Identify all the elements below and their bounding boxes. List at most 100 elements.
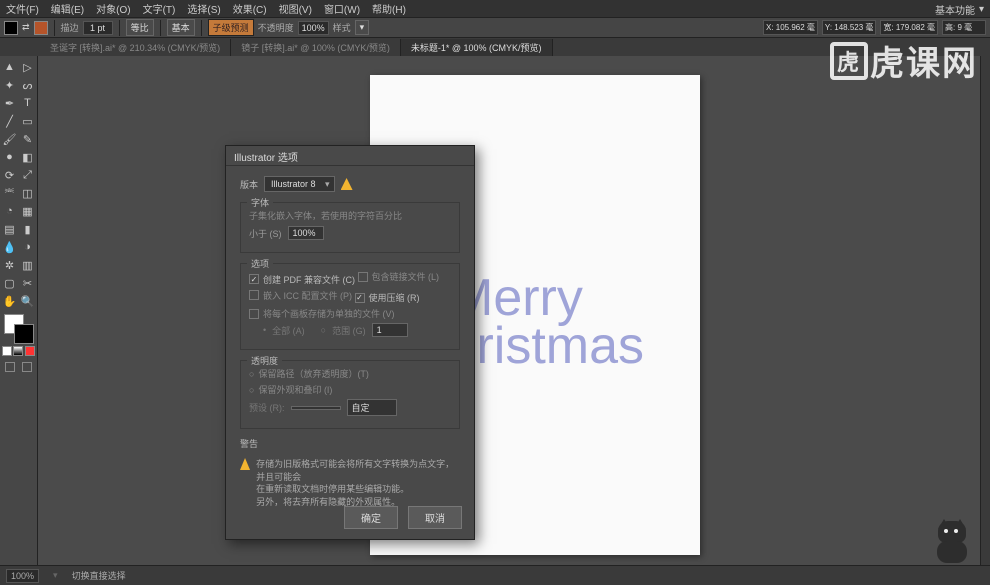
scale-tool[interactable]: ⤢ (19, 166, 37, 184)
perspective-tool[interactable]: ▦ (19, 202, 37, 220)
checkbox-use-compression[interactable]: ✓使用压缩 (R) (355, 291, 420, 304)
document-tab[interactable]: 圣诞字 [转换].ai* @ 210.34% (CMYK/预览) (40, 39, 231, 56)
control-bar: ⇄ 描边 1 pt 等比 基本 子级预测 不透明度 100% 样式 ▾ X: 1… (0, 18, 990, 38)
menu-help[interactable]: 帮助(H) (372, 1, 406, 16)
screen-mode-full-icon[interactable] (22, 362, 32, 372)
opacity-label: 不透明度 (258, 21, 294, 34)
radio-range: 范围 (G) (332, 324, 366, 337)
watermark: 虎 虎课网 (830, 36, 978, 85)
menu-file[interactable]: 文件(F) (6, 1, 39, 16)
status-bar: 100% ▾ 切换直接选择 (0, 565, 990, 585)
type-tool[interactable]: T (19, 94, 37, 112)
version-dropdown[interactable]: Illustrator 8 (264, 176, 335, 192)
coord-w[interactable]: 宽: 179.082 毫 (880, 20, 938, 35)
preview-mode[interactable]: 子级预测 (208, 19, 254, 36)
blend-tool[interactable]: ◑ (19, 238, 37, 256)
menu-effect[interactable]: 效果(C) (233, 1, 267, 16)
direct-selection-tool[interactable]: ▷ (19, 58, 37, 76)
menu-view[interactable]: 视图(V) (279, 1, 312, 16)
fill-swatch[interactable] (4, 21, 18, 35)
stroke-swatch[interactable] (34, 21, 48, 35)
stroke-label: 描边 (61, 21, 79, 34)
menu-edit[interactable]: 编辑(E) (51, 1, 84, 16)
menu-window[interactable]: 窗口(W) (324, 1, 360, 16)
version-label: 版本 (240, 178, 258, 191)
opacity-input[interactable]: 100% (298, 21, 329, 35)
artwork-text: Merry Christmas (450, 275, 644, 371)
gradient-tool[interactable]: ▮ (19, 220, 37, 238)
watermark-icon: 虎 (830, 42, 868, 80)
line-tool[interactable]: ╱ (1, 112, 19, 130)
brush-basic-dropdown[interactable]: 基本 (167, 19, 195, 36)
fonts-lessthan-label: 小于 (S) (249, 227, 282, 240)
cancel-button[interactable]: 取消 (408, 506, 462, 529)
save-options-dialog: Illustrator 选项 版本 Illustrator 8 字体 子集化嵌入… (225, 145, 475, 540)
none-mode-icon[interactable] (25, 346, 35, 356)
paintbrush-tool[interactable]: 🖌 (1, 130, 19, 148)
ok-button[interactable]: 确定 (344, 506, 398, 529)
menu-object[interactable]: 对象(O) (96, 1, 130, 16)
gradient-mode-icon[interactable] (13, 346, 23, 356)
checkbox-include-linked: 包含链接文件 (L) (358, 270, 440, 283)
pen-tool[interactable]: ✒ (1, 94, 19, 112)
checkbox-pdf-compatible[interactable]: ✓创建 PDF 兼容文件 (C) (249, 273, 355, 286)
shape-builder-tool[interactable]: ◔ (1, 202, 19, 220)
preset-dropdown (291, 406, 341, 410)
hand-tool[interactable]: ✋ (1, 292, 19, 310)
stroke-weight-input[interactable]: 1 pt (83, 21, 113, 35)
rotate-tool[interactable]: ⟳ (1, 166, 19, 184)
uniform-dropdown[interactable]: 等比 (126, 19, 154, 36)
zoom-level[interactable]: 100% (6, 569, 39, 583)
mesh-tool[interactable]: ▤ (1, 220, 19, 238)
slice-tool[interactable]: ✂ (19, 274, 37, 292)
stroke-color[interactable] (14, 324, 34, 344)
selection-tool[interactable]: ▲ (1, 58, 19, 76)
radio-all: 全部 (A) (272, 324, 305, 337)
blob-brush-tool[interactable]: ● (1, 148, 19, 166)
fonts-percent-input[interactable]: 100% (288, 226, 324, 240)
warning-icon (341, 178, 353, 190)
coord-x[interactable]: X: 105.962 毫 (763, 20, 818, 35)
eyedropper-tool[interactable]: 💧 (1, 238, 19, 256)
right-panel-dock[interactable] (980, 56, 990, 565)
status-hint: 切换直接选择 (72, 569, 126, 582)
screen-mode-normal-icon[interactable] (5, 362, 15, 372)
radio-preserve-paths: ○保留路径（放弃透明度）(T) (249, 367, 369, 380)
free-transform-tool[interactable]: ◫ (19, 184, 37, 202)
menu-type[interactable]: 文字(T) (143, 1, 176, 16)
fonts-subset-label: 子集化嵌入字体，若使用的字符百分比 (249, 209, 451, 222)
symbol-sprayer-tool[interactable]: ✲ (1, 256, 19, 274)
warning-text: 存储为旧版格式可能会将所有文字转换为点文字，并且可能会 在重新读取文档时停用某些… (256, 458, 460, 508)
zoom-tool[interactable]: 🔍 (19, 292, 37, 310)
magic-wand-tool[interactable]: ✦ (1, 76, 19, 94)
color-swatches[interactable] (4, 314, 34, 344)
coord-h[interactable]: 高: 9 毫 (942, 20, 986, 35)
options-section-title: 选项 (247, 257, 273, 270)
eraser-tool[interactable]: ◧ (19, 148, 37, 166)
rectangle-tool[interactable]: ▭ (19, 112, 37, 130)
width-tool[interactable]: ⎃ (1, 184, 19, 202)
pencil-tool[interactable]: ✎ (19, 130, 37, 148)
workspace-switcher[interactable]: 基本功能▾ (935, 2, 984, 17)
style-label: 样式 (333, 21, 351, 34)
checkbox-save-artboards: 将每个画板存储为单独的文件 (V) (249, 307, 395, 320)
lasso-tool[interactable]: ᔕ (19, 76, 37, 94)
menu-select[interactable]: 选择(S) (187, 1, 220, 16)
coord-y[interactable]: Y: 148.523 毫 (822, 20, 876, 35)
range-input: 1 (372, 323, 408, 337)
dialog-title: Illustrator 选项 (226, 146, 474, 166)
document-tab[interactable]: 镜子 [转换].ai* @ 100% (CMYK/预览) (231, 39, 401, 56)
preset-custom-button: 自定 (347, 399, 397, 416)
tools-panel: ▲▷ ✦ᔕ ✒T ╱▭ 🖌✎ ●◧ ⟳⤢ ⎃◫ ◔▦ ▤▮ 💧◑ ✲▥ ▢✂ ✋… (0, 56, 38, 565)
graph-tool[interactable]: ▥ (19, 256, 37, 274)
swap-icon[interactable]: ⇄ (22, 22, 30, 33)
warnings-section-title: 警告 (240, 439, 258, 449)
artboard-tool[interactable]: ▢ (1, 274, 19, 292)
preset-label: 预设 (R): (249, 401, 285, 414)
style-dropdown[interactable]: ▾ (355, 20, 370, 35)
radio-preserve-appearance: ○保留外观和叠印 (I) (249, 383, 332, 396)
checkbox-embed-icc: 嵌入 ICC 配置文件 (P) (249, 289, 352, 302)
document-tab[interactable]: 未标题-1* @ 100% (CMYK/预览) (401, 39, 553, 56)
color-mode-icon[interactable] (2, 346, 12, 356)
menu-bar: 文件(F) 编辑(E) 对象(O) 文字(T) 选择(S) 效果(C) 视图(V… (0, 0, 990, 18)
